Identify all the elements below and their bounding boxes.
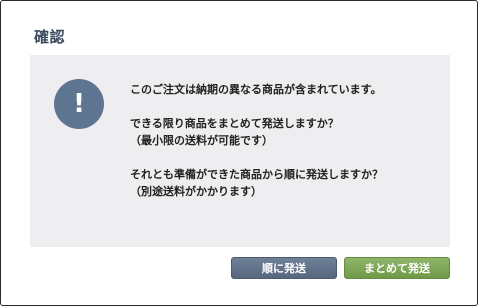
message-line-extra-shipping-note: （別途送料がかかります）	[130, 185, 262, 198]
dialog-title: 確認	[34, 28, 66, 46]
message-line-ship-in-order-question: それとも準備ができた商品から順に発送しますか？	[130, 168, 383, 181]
message-line-mixed-delivery: このご注文は納期の異なる商品が含まれています。	[130, 83, 382, 96]
message-panel: ! このご注文は納期の異なる商品が含まれています。 できる限り商品をまとめて発送…	[30, 55, 450, 247]
message-line-ship-together-question: できる限り商品をまとめて発送しますか？	[130, 117, 339, 130]
message-line-min-shipping-note: （最小限の送料が可能です）	[130, 134, 273, 147]
ship-in-order-button[interactable]: 順に発送	[231, 257, 337, 279]
exclamation-icon: !	[54, 79, 104, 129]
confirm-dialog: 確認 ! このご注文は納期の異なる商品が含まれています。 できる限り商品をまとめ…	[0, 0, 478, 306]
ship-together-button[interactable]: まとめて発送	[344, 257, 450, 279]
message-text: このご注文は納期の異なる商品が含まれています。 できる限り商品をまとめて発送しま…	[130, 81, 383, 200]
